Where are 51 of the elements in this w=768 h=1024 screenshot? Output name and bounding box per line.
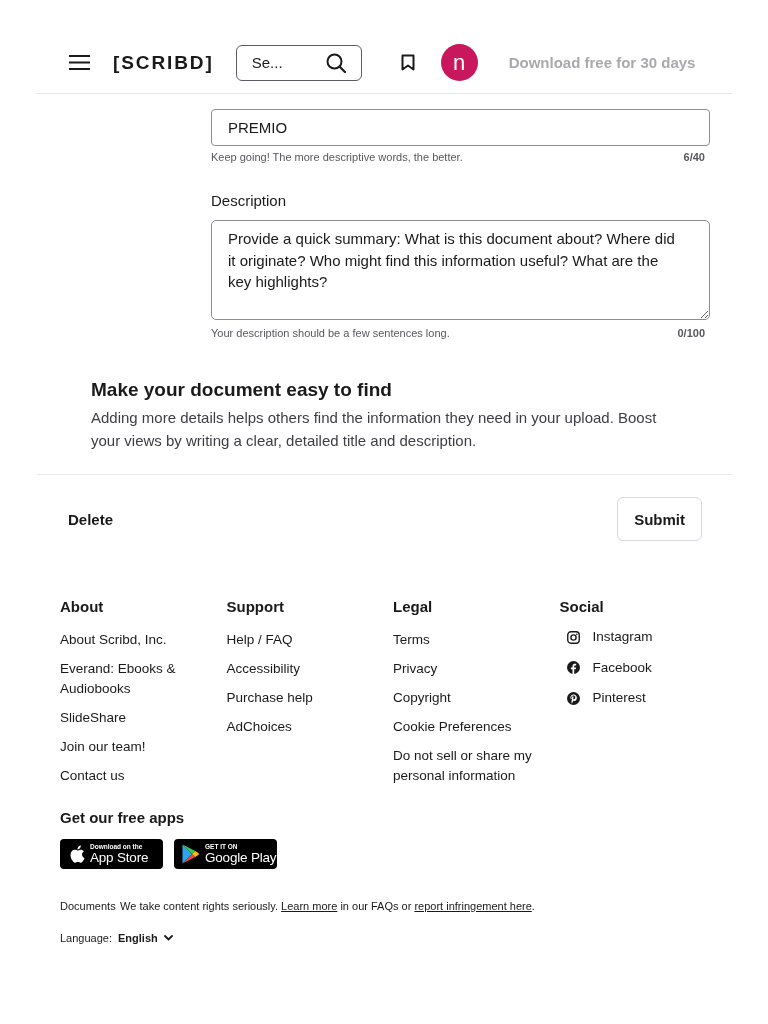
delete-button[interactable]: Delete: [68, 506, 114, 532]
footer-heading: Social: [559, 597, 604, 617]
inline-link[interactable]: report infringement here: [414, 900, 532, 912]
footer-link[interactable]: Facebook: [592, 657, 652, 678]
footer-heading: Legal: [393, 597, 433, 617]
tips-text: Adding more details helps others find the information they need in your upload. Boost your views by writing a clear, detailed title and description.: [91, 408, 658, 451]
footer-heading: Support: [226, 597, 284, 617]
apple-icon: [68, 844, 85, 864]
footer-link[interactable]: Privacy: [393, 659, 438, 679]
tips-heading: Make your document easy to find: [91, 378, 393, 402]
bookmark-icon[interactable]: [400, 54, 415, 71]
logo[interactable]: [SCRIBD]: [113, 50, 214, 75]
footer-link[interactable]: SlideShare: [60, 708, 127, 728]
menu-icon[interactable]: [69, 55, 90, 70]
footer-link[interactable]: Accessibility: [226, 659, 301, 679]
title-field[interactable]: PREMIO: [211, 109, 710, 146]
chevron-down-icon: [163, 935, 173, 941]
character-count: 0/100: [677, 327, 705, 340]
footer-link[interactable]: Do not sell or share my personal information: [393, 746, 545, 786]
instagram-icon[interactable]: [566, 630, 580, 644]
hint-text: Your description should be a few sentences long.: [211, 327, 450, 340]
footer-link[interactable]: Everand: Ebooks & Audiobooks: [60, 659, 212, 699]
field-label: Description: [211, 192, 288, 210]
footer-link[interactable]: Purchase help: [226, 688, 313, 708]
footer-link[interactable]: Join our team!: [60, 737, 146, 757]
facebook-icon[interactable]: [566, 661, 580, 674]
footer-link[interactable]: Cookie Preferences: [393, 717, 512, 737]
play-triangle-icon: [182, 844, 200, 864]
pinterest-icon[interactable]: [566, 691, 580, 705]
footer-link[interactable]: Contact us: [60, 766, 125, 786]
footer-link[interactable]: Pinterest: [592, 688, 646, 708]
documents-label: Documents: [60, 899, 116, 913]
language-label: Language:: [60, 931, 112, 945]
search-field[interactable]: Se...: [235, 44, 362, 81]
footer-link[interactable]: Instagram: [592, 627, 653, 647]
character-count: 6/40: [683, 151, 705, 164]
apps-heading: Get our free apps: [60, 808, 185, 828]
description-field[interactable]: Provide a quick summary: What is this document about? Where did it originate? Who might find this information useful? What are the key highlights?: [211, 220, 710, 320]
avatar[interactable]: n: [440, 44, 478, 81]
footer-heading: About: [60, 597, 104, 617]
submit-button[interactable]: Submit: [617, 497, 702, 541]
footer-link[interactable]: Terms: [393, 630, 430, 650]
footer-link[interactable]: About Scribd, Inc.: [60, 630, 167, 650]
language-select[interactable]: English: [118, 932, 173, 944]
rights-notice: We take content rights seriously. Learn more in our FAQs or report infringement here.: [120, 899, 535, 913]
footer-link[interactable]: Copyright: [393, 688, 451, 708]
hint-text: Keep going! The more descriptive words, the better.: [211, 151, 463, 164]
search-icon[interactable]: [325, 52, 346, 73]
footer-link[interactable]: AdChoices: [226, 717, 292, 737]
inline-link[interactable]: Learn more: [281, 900, 338, 912]
footer-link[interactable]: Help / FAQ: [226, 630, 293, 650]
